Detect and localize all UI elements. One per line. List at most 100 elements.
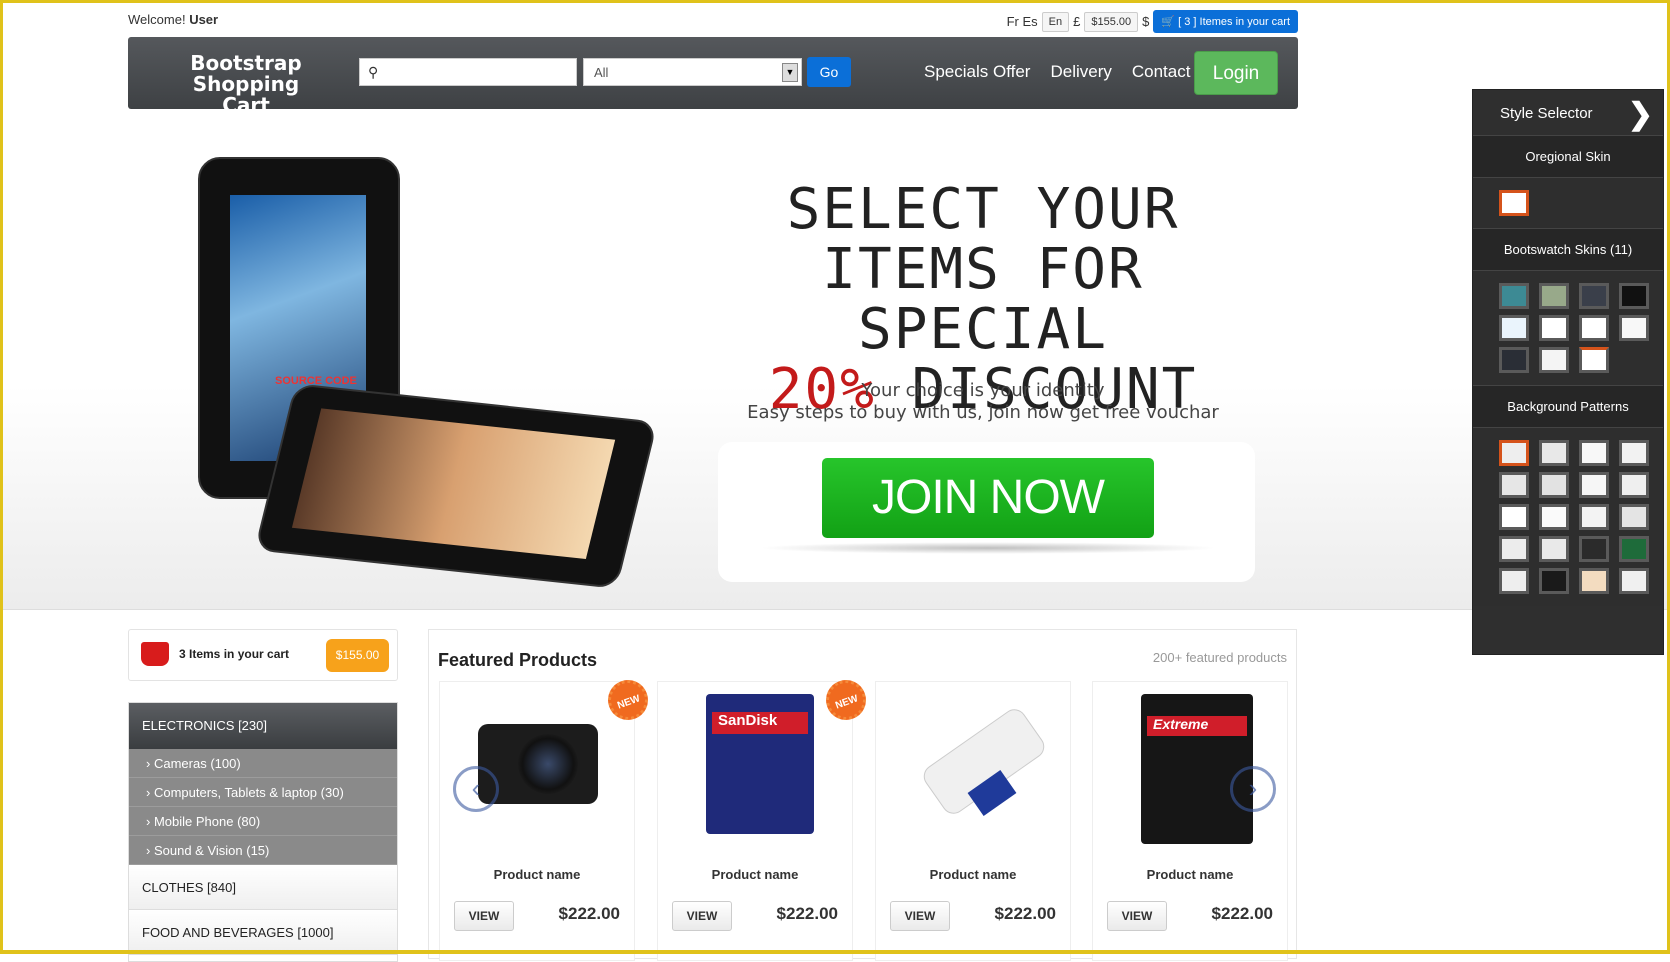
join-now-button[interactable]: JOIN NOW <box>822 458 1154 538</box>
product-name[interactable]: Product name <box>658 867 852 882</box>
button-shadow <box>758 542 1218 554</box>
pattern-swatch[interactable] <box>1619 504 1649 530</box>
product-name[interactable]: Product name <box>440 867 634 882</box>
style-selector-header[interactable]: Style Selector ❯ <box>1473 90 1663 136</box>
cart-items-text: 3 Items in your cart <box>179 647 290 661</box>
skin-journal[interactable] <box>1539 315 1569 341</box>
product-card[interactable]: Extreme Product name VIEW $222.00 <box>1092 681 1288 961</box>
subcategory-item[interactable]: › Sound & Vision (15) <box>129 836 397 865</box>
pattern-swatch[interactable] <box>1619 536 1649 562</box>
search-input[interactable]: ⚲ <box>359 58 577 86</box>
skin-slate[interactable] <box>1499 347 1529 373</box>
view-button[interactable]: VIEW <box>672 901 732 931</box>
navbar: Bootstrap Shopping Cart ⚲ All ▼ Go Special… <box>128 37 1298 116</box>
chevron-down-icon: ▼ <box>782 63 798 82</box>
cart-icon: 🛒 <box>1161 16 1176 28</box>
product-price: $222.00 <box>1211 904 1273 923</box>
product-card[interactable]: NEW Product name VIEW $222.00 <box>439 674 654 961</box>
welcome-text: Welcome! User <box>128 12 219 27</box>
original-skin-heading: Oregional Skin <box>1473 136 1663 178</box>
pattern-swatch[interactable] <box>1579 440 1609 466</box>
category-electronics[interactable]: ELECTRONICS [230] <box>129 703 397 749</box>
chevron-right-icon: › <box>146 756 151 771</box>
currency-usd[interactable]: $ <box>1142 14 1149 29</box>
product-name[interactable]: Product name <box>1093 867 1287 882</box>
pattern-swatch[interactable] <box>1579 536 1609 562</box>
pattern-swatch[interactable] <box>1499 536 1529 562</box>
product-price: $222.00 <box>994 904 1056 923</box>
pattern-swatch[interactable] <box>1539 440 1569 466</box>
skin-superhero[interactable] <box>1579 283 1609 309</box>
top-bar: Welcome! User Fr Es En £ $155.00 $ 🛒 [ 3… <box>128 10 1298 36</box>
tablet-landscape-image <box>254 383 658 589</box>
skin-cerulean[interactable] <box>1499 315 1529 341</box>
pattern-swatch[interactable] <box>1579 568 1609 594</box>
camera-image <box>478 694 598 834</box>
shopping-cart-icon <box>141 642 169 666</box>
pattern-swatch[interactable] <box>1499 504 1529 530</box>
pattern-swatch[interactable] <box>1619 440 1649 466</box>
category-food[interactable]: FOOD AND BEVERAGES [1000] <box>129 910 397 955</box>
featured-count: 200+ featured products <box>1152 650 1287 665</box>
skin-united[interactable] <box>1579 347 1609 373</box>
product-price: $222.00 <box>558 904 620 923</box>
nav-contact[interactable]: Contact <box>1132 62 1191 82</box>
chevron-right-icon: › <box>146 785 151 800</box>
brand-logo[interactable]: Bootstrap Shopping Cart <box>166 53 326 116</box>
view-button[interactable]: VIEW <box>454 901 514 931</box>
product-card[interactable]: Product name VIEW $222.00 <box>875 681 1071 961</box>
subcategory-item[interactable]: › Mobile Phone (80) <box>129 807 397 836</box>
bootswatch-skins <box>1473 271 1663 386</box>
view-button[interactable]: VIEW <box>890 901 950 931</box>
pattern-swatch[interactable] <box>1619 472 1649 498</box>
new-badge: NEW <box>602 674 654 726</box>
cart-button[interactable]: 🛒 [ 3 ] Itemes in your cart <box>1153 10 1298 33</box>
skin-simplex[interactable] <box>1619 315 1649 341</box>
bootswatch-heading: Bootswatch Skins (11) <box>1473 229 1663 271</box>
skin-readable[interactable] <box>1579 315 1609 341</box>
category-select[interactable]: All ▼ <box>583 58 802 86</box>
product-card[interactable]: SanDisk NEW Product name VIEW $222.00 <box>657 674 872 961</box>
language-en[interactable]: En <box>1041 11 1070 32</box>
chevron-right-icon: › <box>146 843 151 858</box>
top-right-controls: Fr Es En £ $155.00 $ 🛒 [ 3 ] Itemes in y… <box>1007 10 1298 33</box>
skin-spacelab[interactable] <box>1539 347 1569 373</box>
cart-total-chip: $155.00 <box>1084 11 1139 32</box>
carousel-prev-icon[interactable]: ‹ <box>453 766 499 812</box>
currency-gbp[interactable]: £ <box>1073 14 1080 29</box>
view-button[interactable]: VIEW <box>1107 901 1167 931</box>
pattern-swatch[interactable] <box>1499 568 1529 594</box>
subcategory-item[interactable]: › Cameras (100) <box>129 749 397 778</box>
chevron-right-icon[interactable]: ❯ <box>1628 97 1653 132</box>
login-button[interactable]: Login <box>1194 51 1278 95</box>
new-badge: NEW <box>820 674 872 726</box>
nav-links: Specials Offer Delivery Contact <box>924 62 1190 82</box>
category-clothes[interactable]: CLOTHES [840] <box>129 865 397 910</box>
category-menu: ELECTRONICS [230] › Cameras (100) › Comp… <box>128 702 398 962</box>
sd-extreme-image: Extreme <box>1131 694 1253 844</box>
language-links[interactable]: Fr Es <box>1007 14 1038 29</box>
pattern-swatch[interactable] <box>1539 472 1569 498</box>
skin-amelia[interactable] <box>1499 283 1529 309</box>
featured-title: Featured Products <box>438 650 598 670</box>
skin-spruce[interactable] <box>1539 283 1569 309</box>
pattern-swatch[interactable] <box>1539 536 1569 562</box>
pattern-swatch[interactable] <box>1579 472 1609 498</box>
skin-cyborg[interactable] <box>1619 283 1649 309</box>
nav-delivery[interactable]: Delivery <box>1050 62 1111 82</box>
pattern-swatch[interactable] <box>1619 568 1649 594</box>
sd-card-image: SanDisk <box>696 694 816 834</box>
pattern-swatch[interactable] <box>1539 504 1569 530</box>
pattern-swatch[interactable] <box>1539 568 1569 594</box>
carousel-next-icon[interactable]: › <box>1230 766 1276 812</box>
original-skin-list <box>1473 178 1663 229</box>
skin-original[interactable] <box>1499 190 1529 216</box>
subcategory-item[interactable]: › Computers, Tablets & laptop (30) <box>129 778 397 807</box>
go-button[interactable]: Go <box>807 57 851 87</box>
pattern-swatch[interactable] <box>1499 440 1529 466</box>
pattern-swatch[interactable] <box>1579 504 1609 530</box>
pattern-swatch[interactable] <box>1499 472 1529 498</box>
cart-summary[interactable]: 3 Items in your cart $155.00 <box>128 629 398 681</box>
product-name[interactable]: Product name <box>876 867 1070 882</box>
nav-specials-offer[interactable]: Specials Offer <box>924 62 1030 82</box>
